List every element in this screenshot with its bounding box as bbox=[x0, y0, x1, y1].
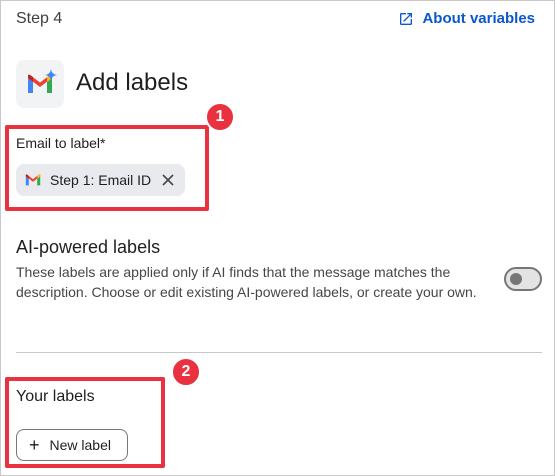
page-title: Add labels bbox=[76, 69, 189, 96]
section-divider bbox=[16, 352, 542, 353]
ai-labels-title: AI-powered labels bbox=[16, 237, 161, 257]
open-in-new-icon bbox=[400, 12, 413, 25]
step-title: Step 4 bbox=[16, 10, 63, 27]
highlight-box-email bbox=[5, 125, 209, 211]
ai-labels-toggle[interactable] bbox=[504, 267, 542, 291]
step-badge-1: 1 bbox=[205, 102, 235, 132]
step-badge-2: 2 bbox=[171, 357, 201, 387]
about-variables-label: About variables bbox=[422, 10, 535, 27]
ai-labels-description: These labels are applied only if AI find… bbox=[16, 264, 477, 300]
about-variables-link[interactable]: About variables bbox=[398, 10, 535, 27]
app-icon-tile bbox=[16, 60, 64, 108]
sparkle-icon bbox=[45, 69, 57, 81]
highlight-box-labels bbox=[5, 377, 165, 468]
toggle-knob bbox=[510, 273, 522, 285]
